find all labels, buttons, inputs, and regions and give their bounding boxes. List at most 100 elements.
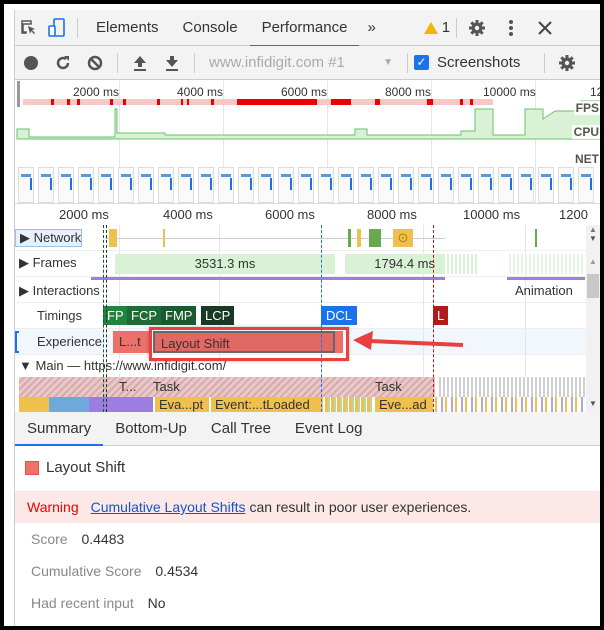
tab-elements[interactable]: Elements bbox=[84, 10, 171, 46]
tab-bottom-up[interactable]: Bottom-Up bbox=[103, 412, 199, 445]
flame-chart[interactable]: ⊙ ▶ Network 3531.3 ms 1794.4 ms ▶ Frames… bbox=[15, 225, 587, 412]
screenshot-thumbnail[interactable] bbox=[118, 167, 134, 203]
capture-settings-icon[interactable] bbox=[551, 46, 583, 80]
scroll-down-icon[interactable]: ▼ bbox=[586, 234, 600, 243]
screenshot-thumbnail[interactable] bbox=[178, 167, 194, 203]
animation-bar[interactable] bbox=[507, 277, 585, 280]
tab-summary[interactable]: Summary bbox=[15, 412, 104, 446]
network-request-bar[interactable] bbox=[109, 229, 117, 247]
cpu-track-label: CPU bbox=[571, 125, 600, 139]
screenshot-thumbnail[interactable] bbox=[58, 167, 74, 203]
warnings-counter[interactable]: 1 bbox=[423, 19, 450, 36]
screenshot-thumbnail[interactable] bbox=[238, 167, 254, 203]
scroll-up-icon[interactable]: ▲ bbox=[586, 257, 600, 266]
screenshot-thumbnail[interactable] bbox=[98, 167, 114, 203]
ruler-tick: 8000 ms bbox=[367, 207, 417, 222]
subtask-bar[interactable] bbox=[19, 397, 49, 412]
subtask-bar[interactable]: Eva...pt bbox=[155, 397, 209, 412]
save-profile-button[interactable] bbox=[156, 46, 188, 80]
subtask-bar[interactable] bbox=[325, 397, 373, 412]
frames-track-toggle[interactable]: ▶ Frames bbox=[15, 255, 77, 271]
screenshot-thumbnail[interactable] bbox=[338, 167, 354, 203]
close-icon[interactable] bbox=[531, 10, 559, 46]
subtask-bar[interactable]: Eve...ad bbox=[375, 397, 433, 412]
subtask-bar[interactable] bbox=[49, 397, 89, 412]
subtask-bar[interactable]: Event:...tLoaded bbox=[211, 397, 323, 412]
animation-bar[interactable] bbox=[91, 277, 445, 280]
screenshot-thumbnail[interactable] bbox=[38, 167, 54, 203]
record-button[interactable] bbox=[15, 46, 47, 80]
more-options-icon[interactable] bbox=[497, 10, 525, 46]
cls-link[interactable]: Cumulative Layout Shifts bbox=[91, 499, 246, 515]
network-row[interactable]: ⊙ ▶ Network bbox=[15, 225, 587, 251]
long-task-bar[interactable] bbox=[19, 377, 435, 397]
frames-row[interactable]: 3531.3 ms 1794.4 ms ▶ Frames bbox=[15, 251, 587, 277]
network-request-bar[interactable] bbox=[369, 229, 381, 247]
network-scrollbar[interactable]: ▲ ▼ bbox=[586, 225, 600, 251]
tab-console[interactable]: Console bbox=[171, 10, 250, 46]
reload-record-button[interactable] bbox=[47, 46, 79, 80]
recording-select[interactable]: www.infidigit.com #1 ▼ bbox=[201, 54, 401, 71]
screenshot-thumbnail[interactable] bbox=[218, 167, 234, 203]
clear-button[interactable] bbox=[79, 46, 111, 80]
frame-bar[interactable] bbox=[447, 254, 479, 274]
more-tabs-button[interactable]: » bbox=[359, 19, 383, 36]
layout-shift-bar[interactable]: L...t bbox=[113, 331, 149, 353]
interactions-row[interactable]: Animation ▶ Interactions bbox=[15, 277, 587, 303]
frame-bar[interactable]: 1794.4 ms bbox=[345, 254, 445, 274]
timing-fcp[interactable]: FCP bbox=[127, 306, 161, 325]
screenshot-thumbnail[interactable] bbox=[578, 167, 594, 203]
screenshot-thumbnail[interactable] bbox=[318, 167, 334, 203]
tab-call-tree[interactable]: Call Tree bbox=[199, 412, 283, 445]
network-track-toggle[interactable]: ▶ Network bbox=[15, 229, 83, 247]
ruler-tick: 4000 ms bbox=[163, 207, 213, 222]
timing-lcp[interactable]: LCP bbox=[201, 306, 235, 325]
screenshot-thumbnail[interactable] bbox=[278, 167, 294, 203]
screenshot-thumbnail[interactable] bbox=[198, 167, 214, 203]
network-request-bar[interactable] bbox=[348, 229, 351, 247]
screenshot-thumbnail[interactable] bbox=[418, 167, 434, 203]
screenshot-thumbnail[interactable] bbox=[498, 167, 514, 203]
subtask-bar[interactable] bbox=[89, 397, 153, 412]
timing-dcl[interactable]: DCL bbox=[321, 306, 358, 325]
interactions-track-toggle[interactable]: ▶ Interactions bbox=[15, 283, 100, 299]
frame-bar[interactable] bbox=[509, 254, 585, 274]
device-toolbar-icon[interactable] bbox=[43, 10, 71, 46]
load-profile-button[interactable] bbox=[124, 46, 156, 80]
warning-row: Warning Cumulative Layout Shifts can res… bbox=[15, 491, 600, 523]
scroll-up-icon[interactable]: ▲ bbox=[586, 225, 600, 234]
subtask-bar[interactable] bbox=[435, 397, 585, 412]
timing-fmp[interactable]: FMP bbox=[161, 306, 197, 325]
screenshot-thumbnail[interactable] bbox=[78, 167, 94, 203]
screenshots-checkbox[interactable]: ✓ bbox=[414, 55, 429, 70]
settings-icon[interactable] bbox=[463, 10, 491, 46]
tab-performance[interactable]: Performance bbox=[249, 10, 360, 47]
screenshot-thumbnail[interactable] bbox=[258, 167, 274, 203]
network-request-bar[interactable]: ⊙ bbox=[393, 229, 413, 247]
network-request-bar[interactable] bbox=[535, 229, 537, 247]
screenshot-thumbnail[interactable] bbox=[458, 167, 474, 203]
screenshot-thumbnail[interactable] bbox=[518, 167, 534, 203]
flame-chart-scrollbar[interactable]: ▲ ▼ bbox=[586, 251, 600, 412]
frame-bar[interactable]: 3531.3 ms bbox=[115, 254, 335, 274]
inspect-element-icon[interactable] bbox=[15, 10, 43, 46]
task-bar[interactable] bbox=[439, 377, 585, 397]
timing-load[interactable]: L bbox=[433, 306, 449, 325]
screenshot-thumbnail[interactable] bbox=[558, 167, 574, 203]
screenshot-thumbnail[interactable] bbox=[138, 167, 154, 203]
screenshot-thumbnail[interactable] bbox=[398, 167, 414, 203]
scroll-down-icon[interactable]: ▼ bbox=[586, 399, 600, 408]
scrollbar-thumb[interactable] bbox=[587, 274, 599, 298]
screenshot-thumbnail[interactable] bbox=[378, 167, 394, 203]
screenshot-thumbnail[interactable] bbox=[538, 167, 554, 203]
screenshot-thumbnail[interactable] bbox=[438, 167, 454, 203]
network-request-bar[interactable] bbox=[163, 229, 165, 247]
timeline-overview[interactable]: 2000 ms 4000 ms 6000 ms 8000 ms 10000 ms… bbox=[15, 81, 600, 204]
screenshot-thumbnail[interactable] bbox=[158, 167, 174, 203]
screenshot-thumbnail[interactable] bbox=[18, 167, 34, 203]
screenshot-thumbnail[interactable] bbox=[478, 167, 494, 203]
tab-event-log[interactable]: Event Log bbox=[283, 412, 375, 445]
screenshot-thumbnail[interactable] bbox=[358, 167, 374, 203]
network-request-bar[interactable] bbox=[357, 229, 361, 247]
screenshot-thumbnail[interactable] bbox=[298, 167, 314, 203]
